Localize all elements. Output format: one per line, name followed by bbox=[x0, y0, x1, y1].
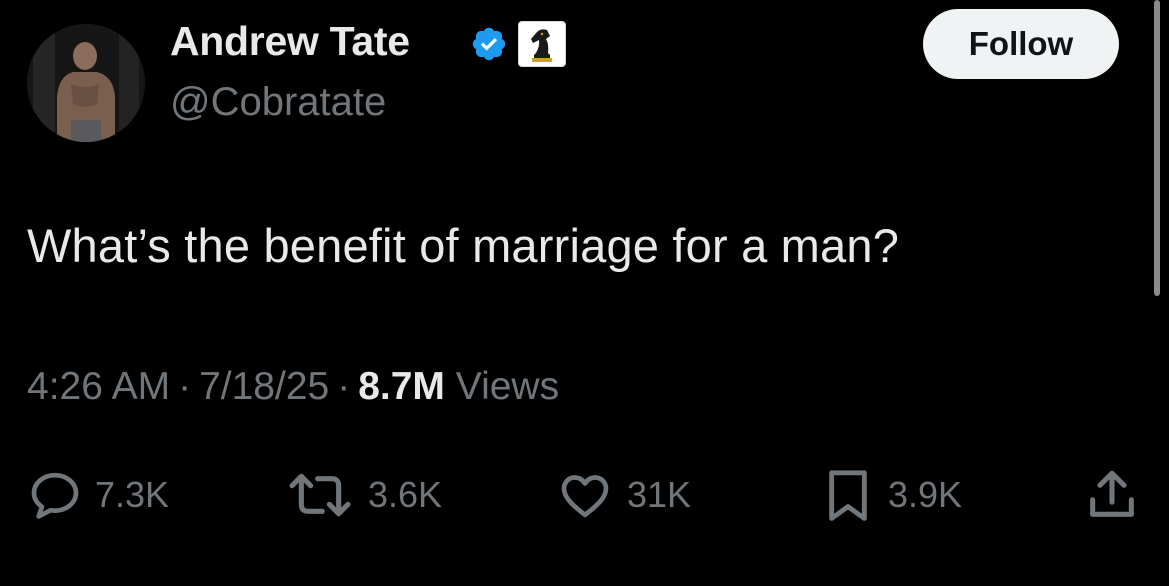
avatar-image bbox=[27, 24, 145, 142]
tweet-time[interactable]: 4:26 AM bbox=[27, 365, 170, 408]
share-icon bbox=[1090, 470, 1134, 517]
repost-button[interactable]: 3.6K bbox=[284, 460, 442, 530]
bookmark-icon bbox=[829, 470, 867, 521]
bookmark-count: 3.9K bbox=[888, 474, 963, 515]
affiliate-badge[interactable] bbox=[518, 21, 566, 67]
tweet-text: What’s the benefit of marriage for a man… bbox=[27, 219, 900, 272]
bookmark-button[interactable]: 3.9K bbox=[820, 460, 962, 530]
like-button[interactable]: 31K bbox=[555, 460, 691, 530]
display-name[interactable]: Andrew Tate bbox=[170, 18, 410, 65]
heart-icon bbox=[561, 475, 609, 518]
action-bar: 7.3K 3.6K 31K 3.9K bbox=[0, 460, 1169, 530]
tweet-date[interactable]: 7/18/25 bbox=[199, 365, 329, 408]
repost-icon bbox=[289, 473, 351, 517]
tweet: Andrew Tate @Cobratate Follow What’s the… bbox=[0, 0, 1169, 586]
reply-button[interactable]: 7.3K bbox=[27, 460, 169, 530]
views-count: 8.7M bbox=[358, 365, 445, 408]
chess-knight-affiliate-icon bbox=[531, 29, 552, 62]
handle[interactable]: @Cobratate bbox=[170, 80, 386, 125]
reply-count: 7.3K bbox=[95, 474, 170, 515]
scrollbar[interactable] bbox=[1154, 0, 1160, 296]
avatar[interactable] bbox=[27, 24, 145, 142]
separator: · bbox=[178, 365, 192, 408]
reply-icon bbox=[31, 472, 79, 519]
like-count: 31K bbox=[627, 474, 692, 515]
verified-badge-icon bbox=[472, 27, 506, 61]
share-button[interactable] bbox=[1083, 460, 1141, 530]
repost-count: 3.6K bbox=[368, 474, 443, 515]
tweet-meta: 4:26 AM · 7/18/25 · 8.7M Views bbox=[27, 365, 559, 409]
separator: · bbox=[337, 365, 351, 408]
follow-button[interactable]: Follow bbox=[923, 9, 1119, 79]
views-label: Views bbox=[455, 365, 560, 408]
